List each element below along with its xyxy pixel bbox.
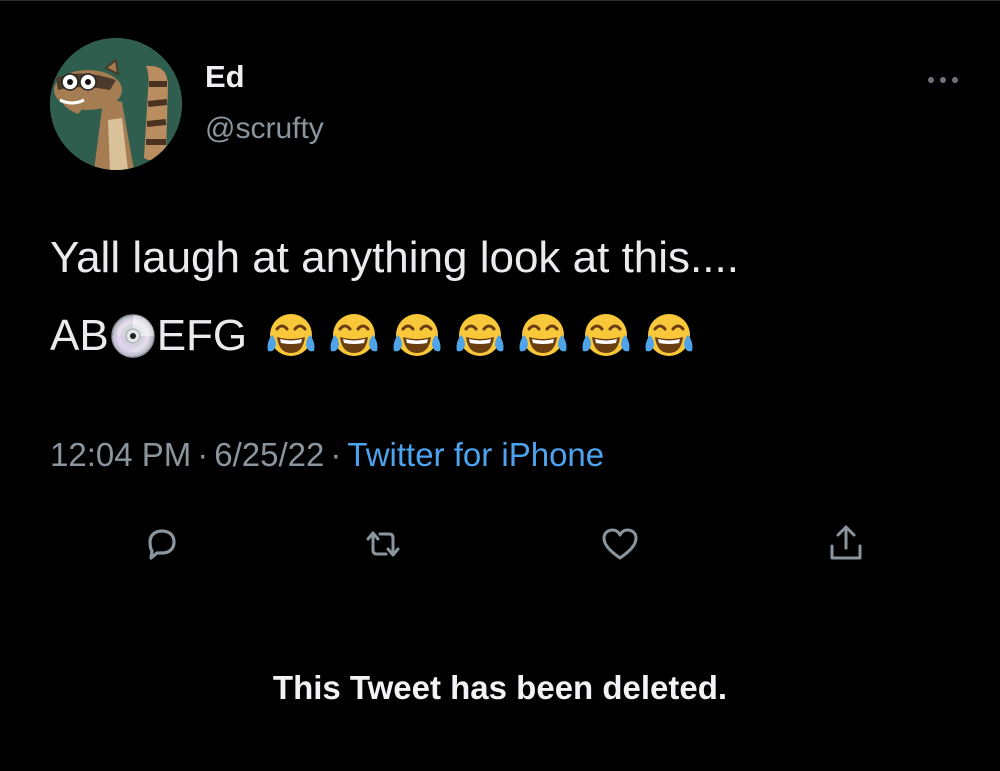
- tweet-page: Ed @scrufty Yall laugh at anything look …: [0, 0, 1000, 771]
- reply-button[interactable]: [138, 520, 186, 568]
- top-divider: [0, 0, 1000, 1]
- like-button[interactable]: [596, 520, 644, 568]
- meta-separator: ·: [197, 436, 209, 473]
- like-icon: [602, 528, 638, 560]
- more-options-icon[interactable]: [925, 72, 965, 88]
- source-link[interactable]: Twitter for iPhone: [347, 436, 604, 473]
- tears-of-joy-emoji: [328, 311, 380, 361]
- tears-of-joy-emoji: [517, 311, 569, 361]
- share-button[interactable]: [822, 520, 870, 568]
- retweet-button[interactable]: [359, 520, 407, 568]
- tweet-deleted-notice: This Tweet has been deleted.: [272, 669, 728, 706]
- cd-disc-icon: [110, 313, 156, 359]
- timestamp: 12:04 PM: [50, 436, 192, 473]
- tweet-text-prefix: AB: [50, 311, 109, 360]
- emoji-row: [265, 311, 695, 361]
- raccoon-avatar-icon: [50, 38, 182, 170]
- meta-separator: ·: [330, 436, 342, 473]
- tears-of-joy-emoji: [454, 311, 506, 361]
- reply-icon: [148, 529, 176, 560]
- retweet-icon: [366, 531, 400, 557]
- tears-of-joy-emoji: [643, 311, 695, 361]
- date: 6/25/22: [214, 436, 325, 473]
- share-icon: [830, 525, 862, 560]
- tears-of-joy-emoji: [580, 311, 632, 361]
- display-name[interactable]: Ed: [205, 59, 245, 94]
- avatar[interactable]: [50, 38, 182, 170]
- tweet-text-line2: AB EFG: [50, 308, 695, 364]
- tweet-text-suffix: EFG: [156, 311, 248, 360]
- tears-of-joy-emoji: [265, 311, 317, 361]
- tweet-meta: 12:04 PM · 6/25/22 · Twitter for iPhone: [50, 436, 604, 473]
- handle[interactable]: @scrufty: [205, 112, 324, 145]
- tears-of-joy-emoji: [391, 311, 443, 361]
- tweet-text-line1: Yall laugh at anything look at this....: [50, 233, 739, 282]
